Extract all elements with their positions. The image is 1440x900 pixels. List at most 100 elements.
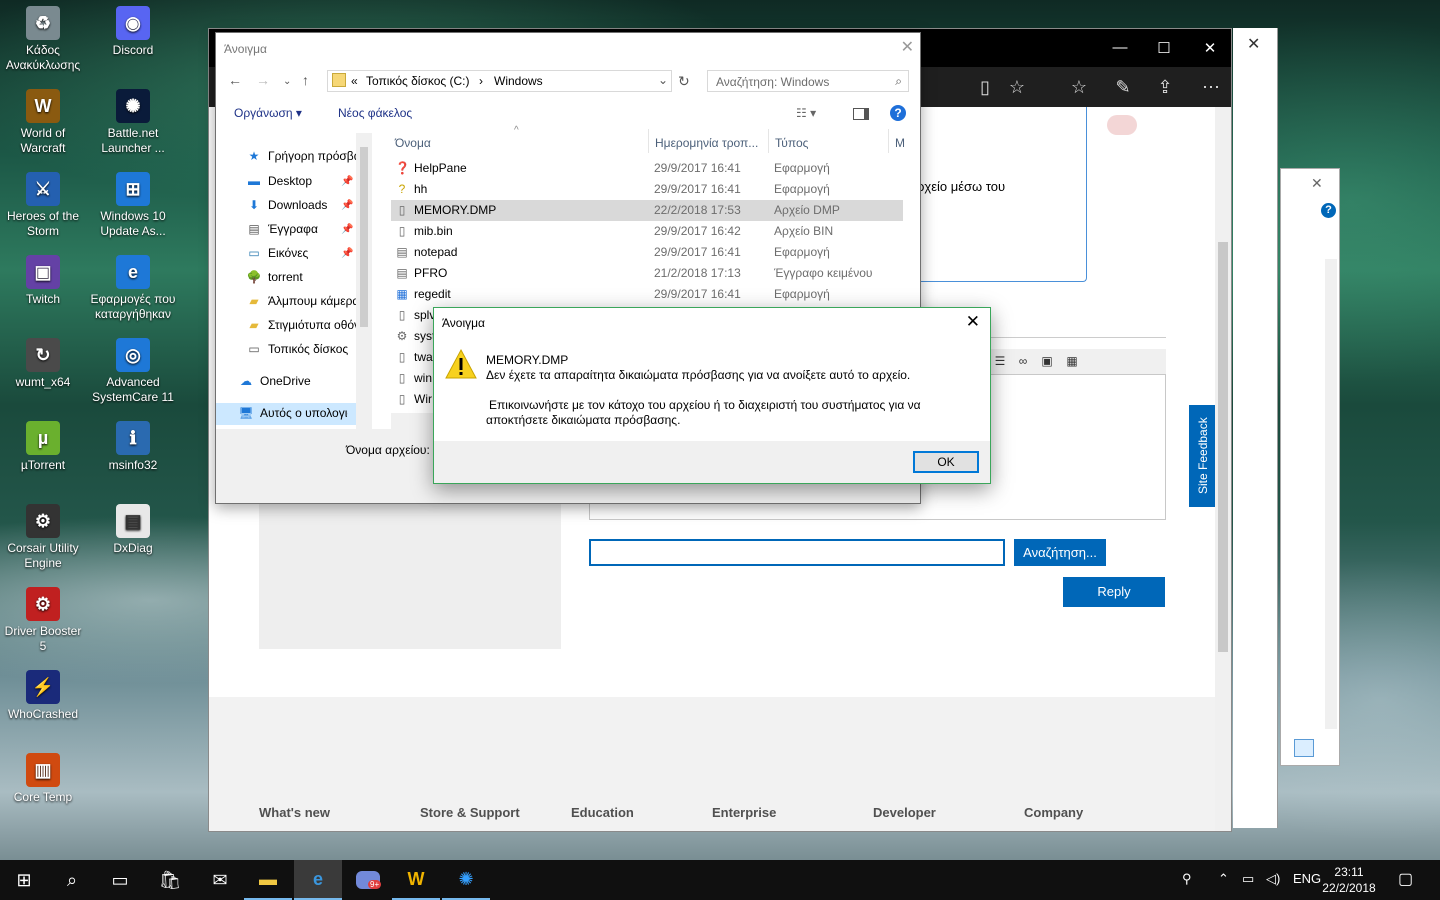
file-row[interactable]: ? hh 29/9/2017 16:41 Εφαρμογή [391, 179, 903, 200]
help-icon[interactable]: ? [890, 105, 906, 121]
nav-item[interactable]: 🌳 torrent [246, 270, 356, 284]
desktop-icon[interactable]: ◎ Advanced SystemCare 11 [90, 338, 176, 405]
file-row[interactable]: ❓ HelpPane 29/9/2017 16:41 Εφαρμογή [391, 158, 903, 179]
edge-icon[interactable]: e [294, 860, 342, 900]
footer-store-support[interactable]: Store & Support [420, 805, 520, 820]
back-icon[interactable]: ← [228, 72, 242, 88]
desktop-icon[interactable]: ▤ DxDiag [90, 504, 176, 556]
page-scrollbar[interactable] [1215, 107, 1231, 831]
image-icon[interactable]: ▣ [1036, 354, 1058, 372]
close-icon[interactable]: ✕ [966, 312, 980, 332]
desktop-icon[interactable]: ⚡ WhoCrashed [0, 670, 86, 722]
people-icon[interactable]: ⚲ [1182, 871, 1192, 887]
language-indicator[interactable]: ENG [1293, 871, 1321, 886]
desktop-icon[interactable]: ⚙ Corsair Utility Engine [0, 504, 86, 571]
help-icon[interactable]: ? [1321, 203, 1336, 218]
wow-taskbar-icon[interactable]: W [392, 860, 440, 900]
clock[interactable]: 23:11 22/2/2018 [1320, 864, 1378, 896]
volume-icon[interactable]: ◁) [1266, 871, 1280, 887]
desktop-icon[interactable]: µ µTorrent [0, 421, 86, 473]
site-feedback-tab[interactable]: Site Feedback [1189, 405, 1217, 507]
mail-icon[interactable]: ✉ [196, 860, 244, 900]
forward-icon[interactable]: → [256, 72, 270, 88]
footer-developer[interactable]: Developer [873, 805, 936, 820]
close-icon[interactable]: ✕ [1311, 175, 1323, 192]
task-view-icon[interactable]: ▭ [96, 860, 144, 900]
table-icon[interactable]: ▦ [1061, 354, 1083, 372]
close-icon[interactable]: ✕ [1195, 39, 1225, 57]
new-folder-button[interactable]: Νέος φάκελος [338, 106, 412, 120]
search-field[interactable]: Αναζήτηση: Windows ⌕ [707, 70, 909, 92]
file-row[interactable]: ▤ notepad 29/9/2017 16:41 Εφαρμογή [391, 242, 903, 263]
nav-item[interactable]: ⬇ Downloads [246, 198, 356, 212]
file-row[interactable]: ▦ regedit 29/9/2017 16:41 Εφαρμογή [391, 284, 903, 305]
nav-item[interactable]: 🖥 Αυτός ο υπολογιστής [238, 406, 348, 420]
desktop-icon[interactable]: ⚔ Heroes of the Storm [0, 172, 86, 239]
chevron-down-icon[interactable]: ⌄ [283, 76, 291, 87]
nav-item[interactable]: ☁ OneDrive [238, 374, 348, 388]
preview-pane-icon[interactable] [853, 108, 869, 120]
file-row[interactable]: ▤ PFRO 21/2/2018 17:13 Έγγραφο κειμένου [391, 263, 903, 284]
nav-item[interactable]: ▤ Έγγραφα [246, 222, 356, 236]
favorites-hub-icon[interactable]: ☆ [1065, 77, 1093, 98]
refresh-icon[interactable]: ↻ [678, 73, 690, 90]
desktop-icon[interactable]: ⚙ Driver Booster 5 [0, 587, 86, 654]
indent-icon[interactable]: ☰ [989, 354, 1011, 372]
column-name[interactable]: Όνομα [395, 136, 431, 150]
reply-button[interactable]: Reply [1063, 577, 1165, 607]
nav-item[interactable]: ▰ Άλμπουμ κάμερας [246, 294, 356, 308]
nav-scrollbar[interactable] [356, 133, 372, 429]
close-icon[interactable]: ✕ [901, 37, 914, 57]
desktop-icon[interactable]: ▣ Twitch [0, 255, 86, 307]
nav-item[interactable]: ▭ Τοπικός δίσκος [246, 342, 356, 356]
store-icon[interactable]: 🛍 [146, 860, 194, 900]
footer-enterprise[interactable]: Enterprise [712, 805, 776, 820]
share-icon[interactable]: ⇪ [1151, 77, 1179, 98]
search-input[interactable] [589, 539, 1005, 566]
close-icon[interactable]: ✕ [1247, 34, 1260, 54]
search-button[interactable]: Αναζήτηση... [1014, 539, 1106, 566]
address-drive[interactable]: Τοπικός δίσκος (C:) [366, 74, 470, 88]
file-explorer-icon[interactable]: ▬ [244, 860, 292, 900]
footer-company[interactable]: Company [1024, 805, 1083, 820]
view-options-icon[interactable]: ☷ ▾ [796, 106, 816, 120]
minimize-icon[interactable]: — [1105, 39, 1135, 56]
desktop-icon[interactable]: ▥ Core Temp [0, 753, 86, 805]
file-row[interactable]: ▯ mib.bin 29/9/2017 16:42 Αρχείο BIN [391, 221, 903, 242]
pen-icon[interactable]: ✎ [1109, 77, 1137, 98]
action-center-icon[interactable]: ▢ [1398, 869, 1413, 889]
network-icon[interactable]: ▭ [1242, 871, 1254, 887]
desktop-icon[interactable]: ↻ wumt_x64 [0, 338, 86, 390]
desktop-icon[interactable]: ♻ Κάδος Ανακύκλωσης [0, 6, 86, 73]
details-view-icon[interactable] [1294, 739, 1314, 757]
desktop-icon[interactable]: ◉ Discord [90, 6, 176, 58]
column-size[interactable]: Μ [895, 136, 905, 150]
nav-item[interactable]: ▭ Εικόνες [246, 246, 356, 260]
footer-education[interactable]: Education [571, 805, 634, 820]
desktop-icon[interactable]: ✺ Battle.net Launcher ... [90, 89, 176, 156]
up-icon[interactable]: ↑ [302, 72, 309, 88]
address-bar[interactable]: « Τοπικός δίσκος (C:) › Windows ⌄ [327, 70, 672, 92]
file-row[interactable]: ▯ MEMORY.DMP 22/2/2018 17:53 Αρχείο DMP [391, 200, 903, 221]
footer-whats-new[interactable]: What's new [259, 805, 330, 820]
start-icon[interactable]: ⊞ [0, 860, 48, 900]
battlenet-taskbar-icon[interactable]: ✺ [442, 860, 490, 900]
scrollbar[interactable] [1325, 259, 1337, 729]
desktop-icon[interactable]: W World of Warcraft [0, 89, 86, 156]
organize-menu[interactable]: Οργάνωση ▾ [234, 106, 302, 120]
column-type[interactable]: Τύπος [775, 136, 808, 150]
desktop-icon[interactable]: ⊞ Windows 10 Update As... [90, 172, 176, 239]
chevron-down-icon[interactable]: ⌄ [658, 73, 668, 87]
nav-item[interactable]: ▬ Desktop [246, 174, 356, 188]
search-icon[interactable]: ⌕ [48, 860, 96, 900]
link-icon[interactable]: ∞ [1012, 354, 1034, 372]
chevron-up-icon[interactable]: ⌃ [1218, 871, 1229, 887]
more-icon[interactable]: ⋯ [1197, 77, 1225, 98]
favorite-star-icon[interactable]: ☆ [1003, 77, 1031, 98]
nav-item[interactable]: ▰ Στιγμιότυπα οθόνης [246, 318, 356, 332]
reading-view-icon[interactable]: ▯ [971, 77, 999, 98]
column-date[interactable]: Ημερομηνία τροπ... [655, 136, 758, 150]
desktop-icon[interactable]: e Εφαρμογές που καταργήθηκαν [90, 255, 176, 322]
address-folder[interactable]: Windows [494, 74, 543, 88]
nav-item[interactable]: ★ Γρήγορη πρόσβαση [246, 149, 356, 163]
